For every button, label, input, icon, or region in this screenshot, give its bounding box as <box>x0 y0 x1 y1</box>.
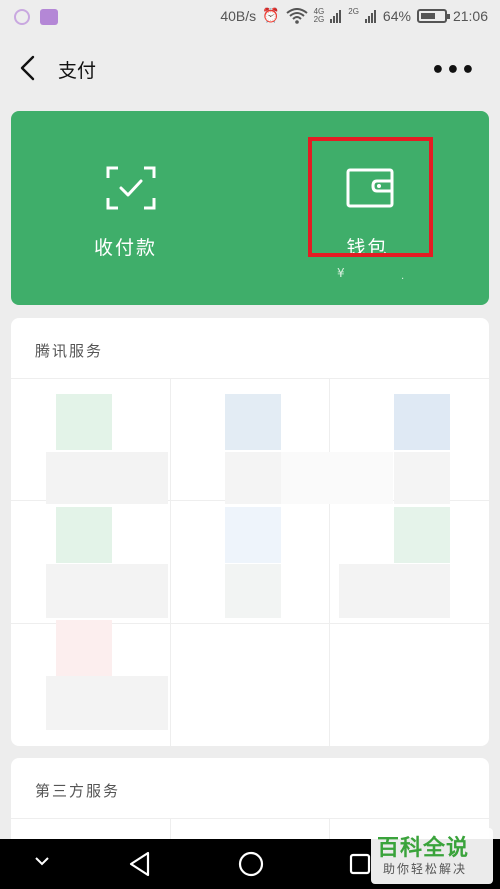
service-label-blur <box>339 564 450 618</box>
wallet-balance-prefix: ¥ <box>337 266 345 280</box>
watermark-title: 百科全说 <box>377 836 470 861</box>
system-recent-apps-icon[interactable] <box>349 853 371 875</box>
notification-dot-icon <box>14 9 30 25</box>
scan-check-icon <box>106 166 156 210</box>
system-home-icon[interactable] <box>238 851 264 877</box>
gallery-notification-icon <box>40 9 58 25</box>
service-tile[interactable] <box>56 507 112 563</box>
hide-nav-chevron-down-icon[interactable] <box>34 856 50 866</box>
service-label-blur <box>394 452 450 504</box>
service-tile[interactable] <box>56 620 112 676</box>
net-speed: 40B/s <box>220 7 257 24</box>
watermark-subtitle: 助你轻松解决 <box>383 862 468 876</box>
net-label-2g-lower: 2G <box>313 14 325 24</box>
clock: 21:06 <box>452 7 488 24</box>
service-tile[interactable] <box>394 394 450 450</box>
status-bar: 40B/s ⏰ 4G 2G 2G 64% 21:06 <box>0 0 500 36</box>
service-label-blur <box>281 452 393 504</box>
page-title: 支付 <box>58 60 97 82</box>
signal-icon-1 <box>330 9 342 23</box>
back-arrow-icon[interactable] <box>16 54 42 82</box>
service-label-blur <box>225 452 281 504</box>
section-title-tencent: 腾讯服务 <box>35 342 104 360</box>
baike-watermark: 百科全说 助你轻松解决 <box>371 828 493 884</box>
receive-pay-button[interactable]: 收付款 <box>11 111 250 305</box>
service-tile[interactable] <box>225 394 281 450</box>
wifi-icon <box>285 7 308 24</box>
signal-icon-2 <box>364 9 376 23</box>
system-back-icon[interactable] <box>128 851 152 877</box>
more-options-icon[interactable]: ••• <box>431 58 476 83</box>
tencent-services-section: 腾讯服务 <box>11 318 489 746</box>
battery-icon <box>416 8 450 23</box>
wallet-balance-dot: . <box>401 271 405 282</box>
net-label-2g: 2G <box>348 7 359 16</box>
service-tile[interactable] <box>225 507 281 563</box>
battery-percent: 64% <box>382 7 411 24</box>
service-label-blur <box>46 676 168 730</box>
receive-pay-label: 收付款 <box>93 237 157 259</box>
alarm-icon: ⏰ <box>262 7 280 23</box>
service-label-blur <box>46 564 168 618</box>
service-tile[interactable] <box>56 394 112 450</box>
nav-bar: 支付 ••• <box>0 36 500 100</box>
service-label-blur <box>225 564 281 618</box>
service-label-blur <box>46 452 168 504</box>
service-tile[interactable] <box>394 507 450 563</box>
section-title-third-party: 第三方服务 <box>35 782 121 800</box>
highlight-annotation-box <box>308 137 433 257</box>
